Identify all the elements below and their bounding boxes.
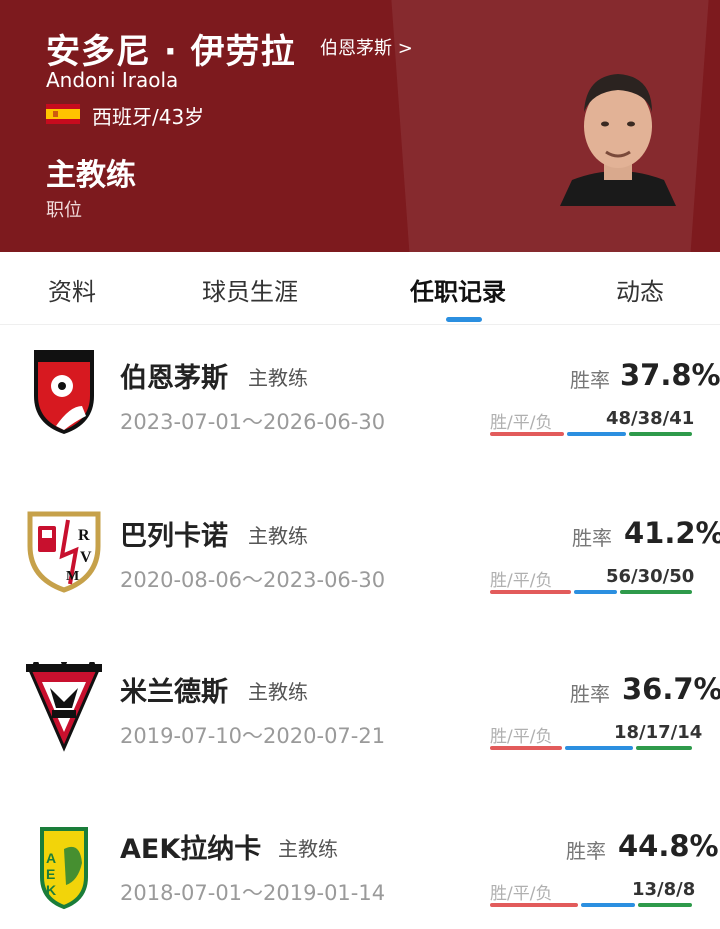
rayo-vallecano-logo-icon: R V M xyxy=(27,511,101,593)
win-rate-value: 44.8% xyxy=(618,829,719,863)
loss-bar xyxy=(637,903,692,907)
position-value: 主教练 xyxy=(46,158,136,193)
wdl-label: 胜/平/负 xyxy=(490,884,553,904)
draw-bar xyxy=(580,903,635,907)
nationality-age: 西班牙/43岁 xyxy=(92,105,205,129)
tab-player-career[interactable]: 球员生涯 xyxy=(202,272,298,307)
win-rate-value: 36.7% xyxy=(622,672,720,706)
win-bar xyxy=(490,746,562,750)
tab-news[interactable]: 动态 xyxy=(616,272,664,307)
current-club-link[interactable]: 伯恩茅斯 > xyxy=(320,34,413,60)
win-rate-label: 胜率 xyxy=(572,526,612,550)
draw-bar xyxy=(573,590,617,594)
tab-profile[interactable]: 资料 xyxy=(48,272,96,307)
mirandes-logo-icon xyxy=(26,662,102,752)
coach-avatar xyxy=(560,74,676,206)
draw-bar xyxy=(565,746,633,750)
wdl-value: 13/8/8 xyxy=(632,879,696,900)
tab-coaching-record[interactable]: 任职记录 xyxy=(410,272,506,307)
draw-bar xyxy=(567,432,626,436)
wdl-value: 48/38/41 xyxy=(606,408,695,429)
win-bar xyxy=(490,590,571,594)
wdl-label: 胜/平/负 xyxy=(490,727,553,747)
record-role: 主教练 xyxy=(248,366,308,390)
svg-text:E: E xyxy=(46,866,55,882)
record-dates: 2023-07-01～2026-06-30 xyxy=(120,410,386,434)
spain-flag-icon xyxy=(46,104,80,124)
record-role: 主教练 xyxy=(248,524,308,548)
svg-text:V: V xyxy=(80,549,92,566)
coach-name: 安多尼 · 伊劳拉 xyxy=(46,32,296,72)
record-item[interactable]: R V M 巴列卡诺 主教练 2020-08-06～2023-06-30 胜率 … xyxy=(0,484,720,614)
aek-larnaca-logo-icon: A E K xyxy=(40,827,88,910)
coach-name-en: Andoni Iraola xyxy=(46,68,179,92)
win-rate-value: 41.2% xyxy=(624,516,720,550)
record-dates: 2019-07-10～2020-07-21 xyxy=(120,724,386,748)
svg-text:K: K xyxy=(46,882,56,898)
club-name: AEK拉纳卡 xyxy=(120,834,262,865)
club-name: 米兰德斯 xyxy=(120,677,228,708)
record-dates: 2020-08-06～2023-06-30 xyxy=(120,568,386,592)
profile-header: 安多尼 · 伊劳拉 伯恩茅斯 > Andoni Iraola 西班牙/43岁 主… xyxy=(0,0,720,252)
loss-bar xyxy=(636,746,692,750)
tab-bar: 资料 球员生涯 任职记录 动态 xyxy=(0,252,720,325)
wdl-value: 18/17/14 xyxy=(614,722,703,743)
record-role: 主教练 xyxy=(278,837,338,861)
position-label: 职位 xyxy=(46,200,82,221)
svg-text:M: M xyxy=(66,569,79,584)
win-bar xyxy=(490,903,578,907)
club-name: 伯恩茅斯 xyxy=(120,363,228,394)
loss-bar xyxy=(619,590,692,594)
record-item[interactable]: 伯恩茅斯 主教练 2023-07-01～2026-06-30 胜率 37.8% … xyxy=(0,326,720,456)
svg-text:R: R xyxy=(78,527,90,544)
win-bar xyxy=(490,432,565,436)
active-tab-indicator xyxy=(446,317,482,322)
record-item[interactable]: 米兰德斯 主教练 2019-07-10～2020-07-21 胜率 36.7% … xyxy=(0,640,720,770)
win-rate-label: 胜率 xyxy=(570,368,610,392)
win-rate-label: 胜率 xyxy=(566,839,606,863)
bournemouth-logo-icon xyxy=(34,350,94,434)
wdl-label: 胜/平/负 xyxy=(490,413,553,433)
record-dates: 2018-07-01～2019-01-14 xyxy=(120,881,386,905)
loss-bar xyxy=(628,432,692,436)
wdl-label: 胜/平/负 xyxy=(490,571,553,591)
svg-text:A: A xyxy=(46,850,56,866)
record-role: 主教练 xyxy=(248,680,308,704)
record-item[interactable]: A E K AEK拉纳卡 主教练 2018-07-01～2019-01-14 胜… xyxy=(0,797,720,927)
win-rate-value: 37.8% xyxy=(620,358,720,392)
win-rate-label: 胜率 xyxy=(570,682,610,706)
club-name: 巴列卡诺 xyxy=(120,521,228,552)
wdl-value: 56/30/50 xyxy=(606,566,695,587)
